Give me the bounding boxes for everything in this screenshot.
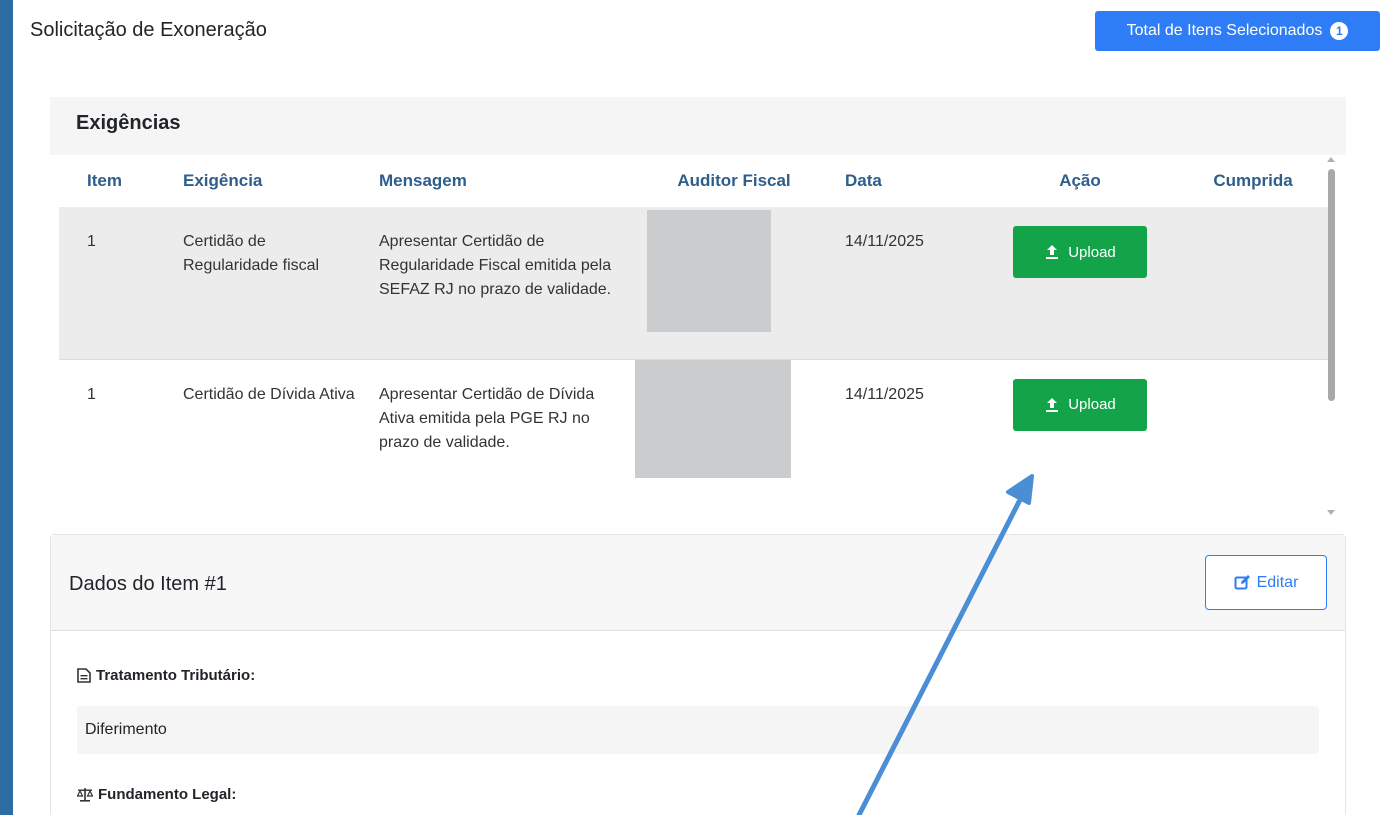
cell-cumprida [1175, 207, 1331, 360]
cell-mensagem: Apresentar Certidão de Dívida Ativa emit… [367, 359, 635, 514]
total-selected-items-button[interactable]: Total de Itens Selecionados 1 [1095, 11, 1380, 51]
column-header-mensagem: Mensagem [379, 171, 467, 190]
column-header-data: Data [845, 171, 882, 190]
table-scrollbar[interactable] [1324, 155, 1338, 517]
page-title: Solicitação de Exoneração [30, 19, 267, 41]
cell-auditor-fiscal [635, 207, 833, 360]
redacted-auditor-block [635, 359, 791, 478]
exigencias-card: Exigências Item Exigência Mensagem Audit… [50, 97, 1346, 517]
column-header-cumprida: Cumprida [1213, 171, 1293, 190]
fundamento-legal-label: Fundamento Legal: [77, 786, 236, 803]
column-header-exigencia: Exigência [183, 171, 263, 190]
scroll-up-arrow-icon[interactable] [1327, 157, 1335, 162]
exigencias-table-scroll[interactable]: Item Exigência Mensagem Auditor Fiscal D… [50, 155, 1346, 517]
cell-mensagem: Apresentar Certidão de Regularidade Fisc… [367, 207, 635, 360]
cell-auditor-fiscal [635, 359, 833, 514]
column-header-acao: Ação [1059, 171, 1101, 190]
exigencias-title: Exigências [50, 97, 1346, 155]
dados-item-title: Dados do Item #1 [69, 573, 227, 595]
column-header-item: Item [87, 171, 122, 190]
cell-acao: Upload [985, 359, 1175, 514]
cell-cumprida [1175, 359, 1331, 514]
tratamento-label-text: Tratamento Tributário: [96, 667, 256, 684]
cell-item: 1 [59, 207, 171, 360]
cell-item: 1 [59, 359, 171, 514]
total-selected-items-label: Total de Itens Selecionados [1126, 22, 1323, 39]
table-row[interactable]: 1 Certidão de Regularidade fiscal Aprese… [59, 207, 1331, 360]
upload-label: Upload [1068, 243, 1116, 261]
table-header-row: Item Exigência Mensagem Auditor Fiscal D… [59, 155, 1331, 207]
cell-exigencia: Certidão de Dívida Ativa [171, 359, 367, 514]
cell-acao: Upload [985, 207, 1175, 360]
upload-label: Upload [1068, 396, 1116, 413]
scrollbar-thumb[interactable] [1328, 169, 1335, 401]
redacted-auditor-block [647, 210, 771, 332]
left-sidebar-edge [0, 0, 13, 815]
edit-button[interactable]: Editar [1205, 555, 1327, 610]
document-icon [77, 668, 91, 683]
upload-icon [1046, 397, 1059, 412]
cell-exigencia: Certidão de Regularidade fiscal [171, 207, 367, 360]
column-header-auditor-fiscal: Auditor Fiscal [677, 171, 791, 190]
fundamento-label-text: Fundamento Legal: [98, 786, 237, 803]
tratamento-tributario-value: Diferimento [77, 706, 1319, 754]
table-row[interactable]: 1 Certidão de Dívida Ativa Apresentar Ce… [59, 359, 1331, 514]
dados-item-card: Dados do Item #1 Editar Tratamento Tribu… [50, 534, 1346, 815]
upload-icon [1046, 245, 1059, 259]
cell-data: 14/11/2025 [833, 207, 985, 360]
edit-label: Editar [1256, 573, 1299, 591]
balance-scale-icon [77, 788, 93, 802]
scroll-down-arrow-icon[interactable] [1327, 510, 1335, 515]
tratamento-tributario-label: Tratamento Tributário: [77, 667, 255, 684]
dados-item-header: Dados do Item #1 Editar [51, 535, 1345, 631]
upload-button[interactable]: Upload [1013, 378, 1147, 431]
upload-button[interactable]: Upload [1013, 226, 1147, 278]
exigencias-table: Item Exigência Mensagem Auditor Fiscal D… [59, 155, 1331, 514]
edit-icon [1234, 575, 1250, 590]
selected-count-badge: 1 [1330, 22, 1349, 40]
cell-data: 14/11/2025 [833, 359, 985, 514]
